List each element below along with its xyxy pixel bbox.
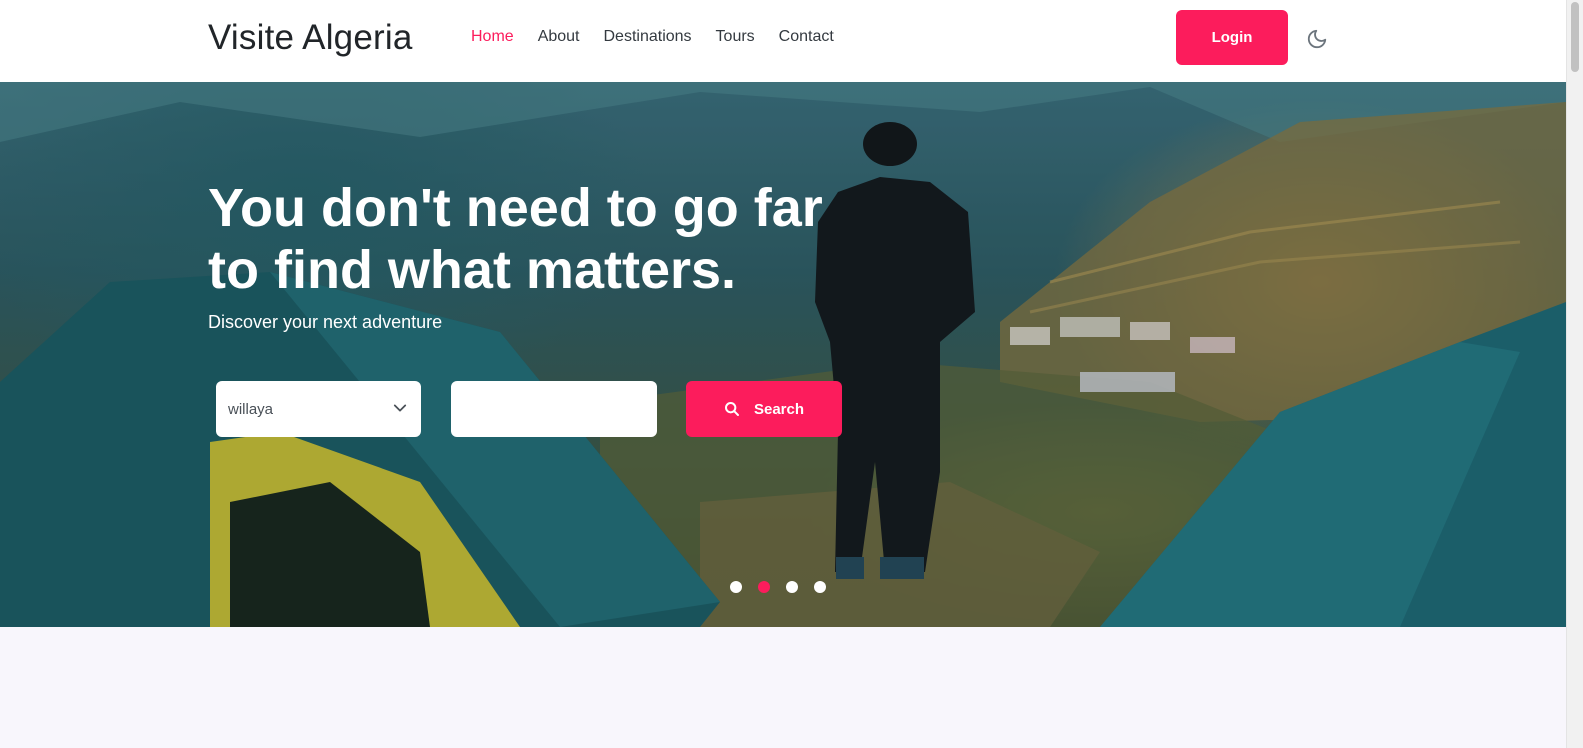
carousel-indicators <box>730 581 826 593</box>
content-section <box>0 627 1566 748</box>
carousel-dot-4[interactable] <box>814 581 826 593</box>
search-button-label: Search <box>753 400 805 418</box>
hero-subtitle: Discover your next adventure <box>208 312 443 332</box>
search-input[interactable] <box>451 381 657 437</box>
chevron-down-icon <box>393 404 407 412</box>
nav-link-home[interactable]: Home <box>471 28 514 46</box>
hero-background-image <box>0 82 1566 627</box>
hero-title: You don't need to go far to find what ma… <box>208 178 823 300</box>
login-button[interactable]: Login <box>1176 10 1288 65</box>
carousel-dot-3[interactable] <box>786 581 798 593</box>
search-button[interactable]: Search <box>686 381 842 437</box>
nav-link-tours[interactable]: Tours <box>716 28 755 46</box>
search-icon <box>724 402 739 416</box>
hero-carousel: You don't need to go far to find what ma… <box>0 82 1566 627</box>
carousel-dot-2[interactable] <box>758 581 770 593</box>
page: Visite Algeria Home About Destinations T… <box>0 0 1583 748</box>
nav-link-contact[interactable]: Contact <box>779 28 834 46</box>
navbar: Visite Algeria Home About Destinations T… <box>0 0 1566 82</box>
carousel-dot-1[interactable] <box>730 581 742 593</box>
nav-link-destinations[interactable]: Destinations <box>604 28 692 46</box>
theme-toggle-button[interactable] <box>1304 26 1330 52</box>
moon-icon <box>1307 29 1327 49</box>
nav-link-about[interactable]: About <box>538 28 580 46</box>
willaya-select-value: willaya <box>228 400 274 418</box>
willaya-select[interactable]: willaya <box>216 381 421 437</box>
nav-links: Home About Destinations Tours Contact <box>471 28 834 46</box>
brand-logo[interactable]: Visite Algeria <box>208 18 413 58</box>
vertical-scrollbar[interactable] <box>1566 0 1583 748</box>
scrollbar-thumb[interactable] <box>1571 2 1579 72</box>
